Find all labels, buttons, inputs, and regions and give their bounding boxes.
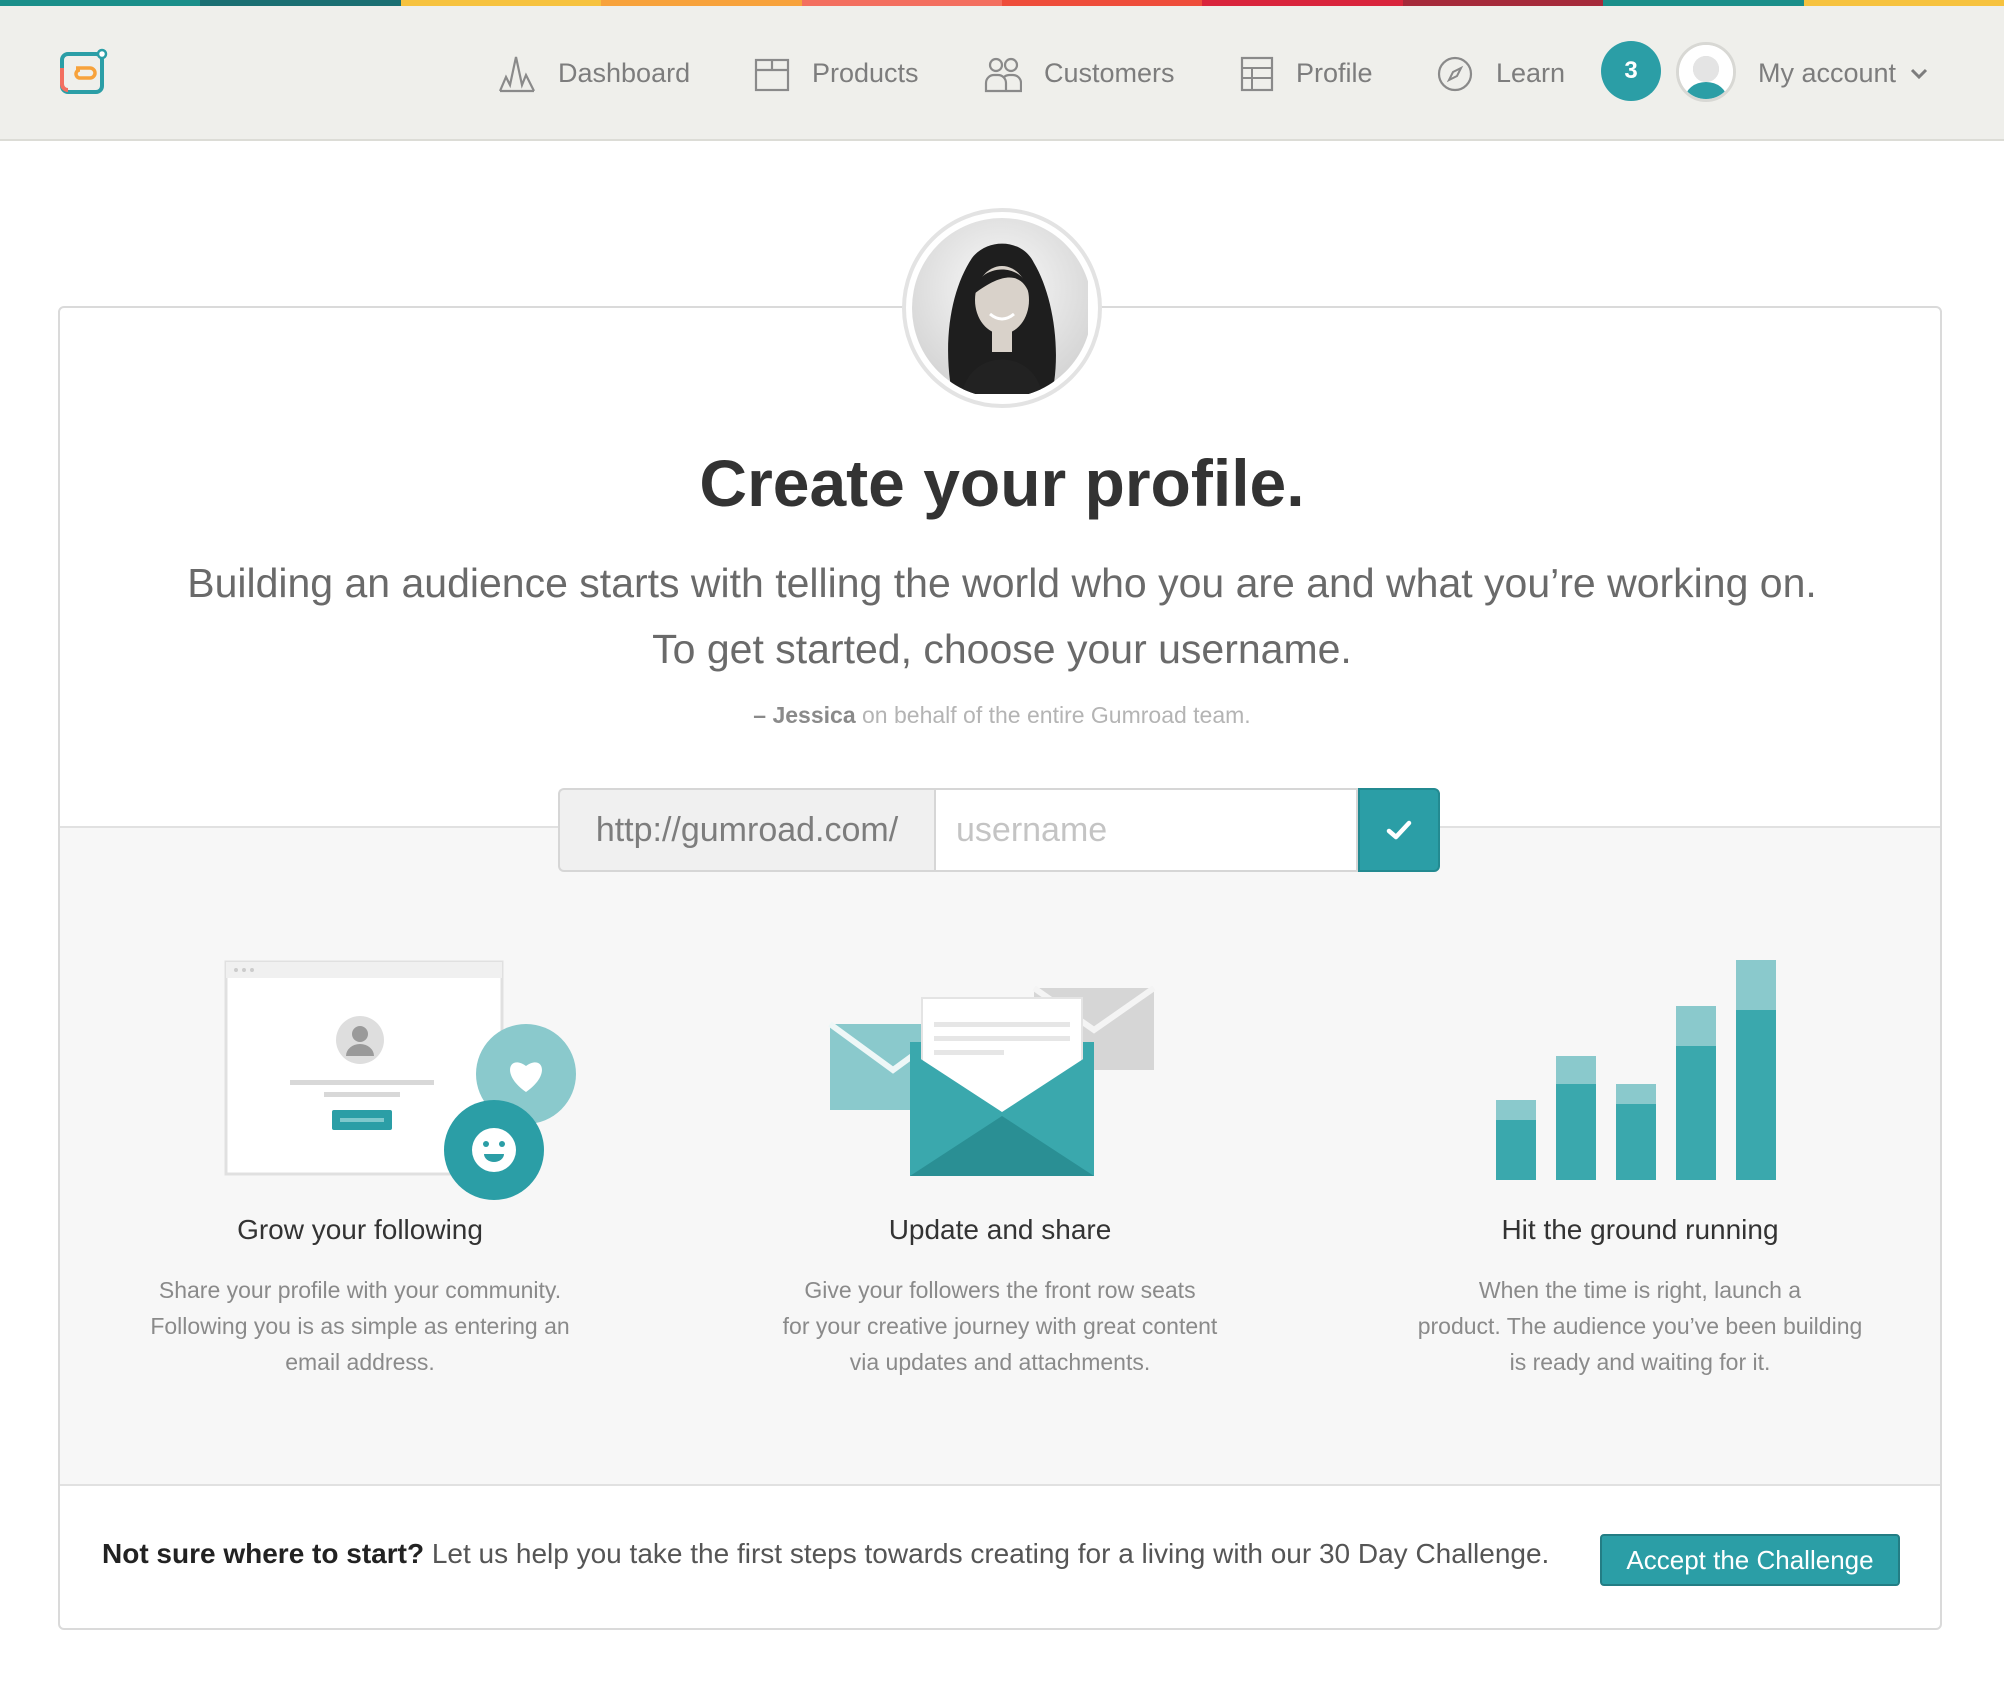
update-share-illustration [828, 986, 1156, 1176]
customers-icon [984, 57, 1022, 92]
gumroad-logo-icon[interactable] [58, 46, 110, 98]
url-prefix: http://gumroad.com/ [558, 788, 934, 872]
grow-following-illustration [224, 960, 576, 1200]
notification-badge[interactable]: 3 [1601, 41, 1661, 101]
signature-rest: on behalf of the entire Gumroad team. [855, 702, 1251, 728]
challenge-prompt-bold: Not sure where to start? [102, 1538, 425, 1569]
bar [1676, 1046, 1716, 1180]
top-nav-bar: Dashboard Products Customers Profile Lea… [0, 6, 2004, 141]
feature-title: Hit the ground running [1501, 1214, 1779, 1245]
bar-top [1616, 1084, 1656, 1104]
feature-desc-line: product. The audience you’ve been buildi… [1417, 1313, 1863, 1339]
bar-top [1496, 1100, 1536, 1120]
lead-line: Building an audience starts with telling… [187, 560, 1817, 606]
feature-description: When the time is right, launch a product… [1340, 1272, 1940, 1380]
account-label: My account [1758, 58, 1897, 88]
person-portrait-icon [912, 218, 1088, 394]
bar [1496, 1120, 1536, 1180]
feature-description: Share your profile with your community. … [60, 1272, 660, 1380]
challenge-prompt: Not sure where to start? Let us help you… [102, 1538, 1549, 1570]
nav-label: Products [812, 58, 919, 88]
ground-running-illustration [1496, 960, 1776, 1180]
username-input[interactable] [934, 788, 1358, 872]
submit-username-button[interactable] [1358, 788, 1440, 872]
lead-text: Building an audience starts with telling… [0, 550, 2004, 682]
compass-icon [1437, 56, 1473, 91]
feature-desc-line: via updates and attachments. [849, 1349, 1151, 1375]
products-icon [754, 58, 790, 91]
user-avatar-icon [1679, 45, 1733, 99]
bar [1736, 1010, 1776, 1180]
checkmark-icon [1386, 820, 1412, 840]
feature-desc-line: Following you is as simple as entering a… [150, 1313, 570, 1339]
nav-label: Learn [1496, 58, 1566, 88]
feature-desc-line: for your creative journey with great con… [782, 1313, 1218, 1339]
bar [1616, 1104, 1656, 1180]
nav-item-products[interactable]: Products [754, 6, 919, 141]
accept-challenge-button[interactable]: Accept the Challenge [1600, 1534, 1900, 1586]
lead-line: To get started, choose your username. [652, 626, 1352, 672]
username-form: http://gumroad.com/ [558, 788, 1440, 872]
feature-desc-line: email address. [285, 1349, 435, 1375]
nav-label: Dashboard [558, 58, 691, 88]
feature-title: Grow your following [237, 1214, 483, 1245]
feature-desc-line: When the time is right, launch a [1478, 1277, 1802, 1303]
feature-desc-line: Share your profile with your community. [158, 1277, 562, 1303]
nav-item-profile[interactable]: Profile [1240, 6, 1373, 141]
feature-title: Update and share [888, 1214, 1112, 1245]
dashboard-icon [498, 56, 535, 92]
feature-description: Give your followers the front row seats … [700, 1272, 1300, 1380]
bar-top [1676, 1006, 1716, 1046]
bar-top [1736, 960, 1776, 1010]
team-member-avatar [902, 208, 1102, 408]
chevron-down-icon [1911, 68, 1928, 79]
nav-item-customers[interactable]: Customers [984, 6, 1175, 141]
profile-icon [1240, 56, 1274, 91]
account-menu[interactable]: My account [1758, 6, 1928, 141]
bar [1556, 1084, 1596, 1180]
bar-top [1556, 1056, 1596, 1084]
challenge-prompt-text: Let us help you take the first steps tow… [424, 1538, 1550, 1569]
feature-desc-line: Give your followers the front row seats [804, 1277, 1196, 1303]
nav-label: Customers [1044, 58, 1175, 88]
page-title: Create your profile. [699, 446, 1305, 520]
nav-item-dashboard[interactable]: Dashboard [498, 6, 690, 141]
feature-desc-line: is ready and waiting for it. [1509, 1349, 1771, 1375]
nav-label: Profile [1296, 58, 1373, 88]
signature-name: – Jessica [753, 702, 856, 728]
signature: – Jessica on behalf of the entire Gumroa… [0, 702, 2004, 729]
nav-item-learn[interactable]: Learn [1436, 6, 1565, 141]
avatar[interactable] [1676, 42, 1736, 102]
